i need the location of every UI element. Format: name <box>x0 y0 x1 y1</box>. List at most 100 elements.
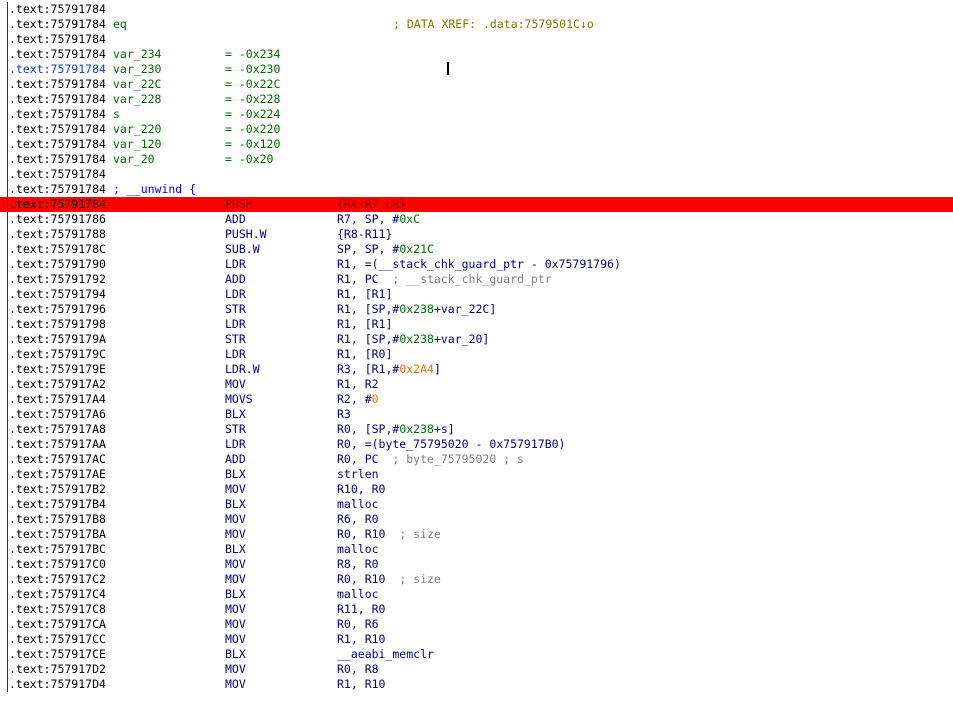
instruction-line[interactable]: .text:757917AA LDR R0, =(byte_75795020 - 0… <box>0 437 953 452</box>
instruction-line[interactable]: .text:75791786 ADD R7, SP, #0xC <box>0 212 953 227</box>
instruction-line[interactable]: .text:757917C4 BLX malloc <box>0 587 953 602</box>
instruction-operands[interactable]: R1, [R1] <box>337 317 392 332</box>
stack-variable-name[interactable]: var_230 <box>113 62 161 77</box>
instruction-line[interactable]: .text:7579178C SUB.W SP, SP, #0x21C <box>0 242 953 257</box>
instruction-line[interactable]: .text:757917A4 MOVS R2, #0 <box>0 392 953 407</box>
listing-line[interactable]: .text:75791784 var_234 = -0x234 <box>0 47 953 62</box>
instruction-line[interactable]: .text:7579179A STR R1, [SP,#0x238+var_20] <box>0 332 953 347</box>
listing-line[interactable]: .text:75791784 <box>0 32 953 47</box>
instruction-line[interactable]: .text:75791790 LDR R1, =(__stack_chk_guard… <box>0 257 953 272</box>
instruction-line[interactable]: .text:757917B2 MOV R10, R0 <box>0 482 953 497</box>
instruction-operands[interactable]: R1, [SP,#0x238+var_22C] <box>337 302 496 317</box>
instruction-line[interactable]: .text:75791796 STR R1, [SP,#0x238+var_22C] <box>0 302 953 317</box>
instruction-line[interactable]: .text:75791798 LDR R1, [R1] <box>0 317 953 332</box>
instruction-line[interactable]: .text:757917C8 MOV R11, R0 <box>0 602 953 617</box>
listing-line[interactable]: .text:75791784 var_120 = -0x120 <box>0 137 953 152</box>
instruction-line[interactable]: .text:757917BA MOV R0, R10 ; size <box>0 527 953 542</box>
listing-line[interactable]: .text:75791784 <box>0 167 953 182</box>
instruction-operands[interactable]: R0, R10 ; size <box>337 572 441 587</box>
xref-comment[interactable]: ; DATA XREF: .data:7579501C↓o <box>393 17 594 32</box>
instruction-operands[interactable]: __aeabi_memclr <box>337 647 434 662</box>
line-address: .text:757917A4 <box>9 392 106 406</box>
instruction-line[interactable]: .text:75791788 PUSH.W {R8-R11} <box>0 227 953 242</box>
listing-line[interactable]: .text:75791784 var_220 = -0x220 <box>0 122 953 137</box>
instruction-operands[interactable]: SP, SP, #0x21C <box>337 242 434 257</box>
instruction-operands[interactable]: malloc <box>337 497 379 512</box>
listing-line[interactable]: .text:75791784 eq ; DATA XREF: .data:75795… <box>0 17 953 32</box>
instruction-line[interactable]: .text:757917AE BLX strlen <box>0 467 953 482</box>
instruction-line[interactable]: .text:757917D2 MOV R0, R8 <box>0 662 953 677</box>
instruction-operands[interactable]: R1, [R0] <box>337 347 392 362</box>
operand-text: {R4-R7,LR} <box>337 197 407 211</box>
instruction-operands[interactable]: R1, R10 <box>337 632 385 647</box>
instruction-operands[interactable]: R0, [SP,#0x238+s] <box>337 422 455 437</box>
instruction-line[interactable]: .text:757917C0 MOV R8, R0 <box>0 557 953 572</box>
instruction-operands[interactable]: R7, SP, #0xC <box>337 212 420 227</box>
instruction-line[interactable]: .text:757917CE BLX __aeabi_memclr <box>0 647 953 662</box>
instruction-line[interactable]: .text:757917D4 MOV R1, R10 <box>0 677 953 692</box>
listing-line[interactable]: .text:75791784 var_22C = -0x22C <box>0 77 953 92</box>
instruction-operands[interactable]: R0, R8 <box>337 662 379 677</box>
instruction-operands[interactable]: R2, #0 <box>337 392 379 407</box>
listing-line[interactable]: .text:75791784 var_230 = -0x230 <box>0 62 953 77</box>
instruction-operands[interactable]: malloc <box>337 587 379 602</box>
stack-variable-offset: = -0x234 <box>225 47 281 61</box>
stack-variable-name[interactable]: var_234 <box>113 47 161 62</box>
instruction-comment: ; byte_75795020 ; s <box>378 452 524 466</box>
instruction-line[interactable]: .text:75791792 ADD R1, PC ; __stack_chk_gu… <box>0 272 953 287</box>
gutter-line <box>7 182 8 197</box>
instruction-operands[interactable]: R0, R6 <box>337 617 379 632</box>
stack-variable-name[interactable]: var_22C <box>113 77 161 92</box>
gutter-line <box>7 212 8 227</box>
instruction-operands[interactable]: {R4-R7,LR} <box>337 197 406 212</box>
instruction-operands[interactable]: R1, [SP,#0x238+var_20] <box>337 332 489 347</box>
instruction-mnemonic: MOV <box>225 632 246 646</box>
instruction-operands[interactable]: R1, R10 <box>337 677 385 692</box>
instruction-mnemonic: MOV <box>225 602 246 616</box>
instruction-line[interactable]: .text:75791794 LDR R1, [R1] <box>0 287 953 302</box>
disassembly-listing[interactable]: .text:75791784 .text:75791784 eq; DATA XRE… <box>0 2 953 692</box>
instruction-line[interactable]: .text:7579179C LDR R1, [R0] <box>0 347 953 362</box>
instruction-operands[interactable]: R1, PC ; __stack_chk_guard_ptr <box>337 272 552 287</box>
instruction-operands[interactable]: malloc <box>337 542 379 557</box>
instruction-line[interactable]: .text:757917CC MOV R1, R10 <box>0 632 953 647</box>
stack-variable-name[interactable]: var_120 <box>113 137 161 152</box>
instruction-line[interactable]: .text:757917B8 MOV R6, R0 <box>0 512 953 527</box>
instruction-operands[interactable]: R1, R2 <box>337 377 379 392</box>
instruction-line[interactable]: .text:757917A2 MOV R1, R2 <box>0 377 953 392</box>
stack-variable-name[interactable]: var_228 <box>113 92 161 107</box>
stack-variable-name[interactable]: s <box>113 107 120 122</box>
stack-variable-name[interactable]: var_220 <box>113 122 161 137</box>
instruction-operands[interactable]: strlen <box>337 467 379 482</box>
instruction-mnemonic: BLX <box>225 542 246 556</box>
instruction-operands[interactable]: R1, =(__stack_chk_guard_ptr - 0x75791796… <box>337 257 621 272</box>
listing-line[interactable]: .text:75791784 var_228 = -0x228 <box>0 92 953 107</box>
instruction-operands[interactable]: R3, [R1,#0x2A4] <box>337 362 441 377</box>
instruction-operands[interactable]: R6, R0 <box>337 512 379 527</box>
instruction-line[interactable]: .text:757917CA MOV R0, R6 <box>0 617 953 632</box>
instruction-line[interactable]: .text:757917B4 BLX malloc <box>0 497 953 512</box>
instruction-operands[interactable]: R3 <box>337 407 351 422</box>
listing-line[interactable]: .text:75791784 ; __unwind { <box>0 182 953 197</box>
instruction-line[interactable]: .text:75791784 PUSH {R4-R7,LR} <box>0 197 953 212</box>
instruction-line[interactable]: .text:7579179E LDR.W R3, [R1,#0x2A4] <box>0 362 953 377</box>
listing-line[interactable]: .text:75791784 s = -0x224 <box>0 107 953 122</box>
stack-variable-name[interactable]: var_20 <box>113 152 155 167</box>
instruction-operands[interactable]: R0, =(byte_75795020 - 0x757917B0) <box>337 437 565 452</box>
instruction-line[interactable]: .text:757917C2 MOV R0, R10 ; size <box>0 572 953 587</box>
instruction-line[interactable]: .text:757917AC ADD R0, PC ; byte_75795020 … <box>0 452 953 467</box>
instruction-operands[interactable]: R1, [R1] <box>337 287 392 302</box>
instruction-line[interactable]: .text:757917A8 STR R0, [SP,#0x238+s] <box>0 422 953 437</box>
instruction-operands[interactable]: R11, R0 <box>337 602 385 617</box>
operand-text: R6, R0 <box>337 512 379 526</box>
instruction-line[interactable]: .text:757917BC BLX malloc <box>0 542 953 557</box>
gutter-line <box>7 107 8 122</box>
instruction-operands[interactable]: R10, R0 <box>337 482 385 497</box>
instruction-operands[interactable]: R0, R10 ; size <box>337 527 441 542</box>
listing-line[interactable]: .text:75791784 var_20 = -0x20 <box>0 152 953 167</box>
instruction-operands[interactable]: {R8-R11} <box>337 227 392 242</box>
instruction-line[interactable]: .text:757917A6 BLX R3 <box>0 407 953 422</box>
instruction-operands[interactable]: R0, PC ; byte_75795020 ; s <box>337 452 524 467</box>
listing-line[interactable]: .text:75791784 <box>0 2 953 17</box>
instruction-operands[interactable]: R8, R0 <box>337 557 379 572</box>
